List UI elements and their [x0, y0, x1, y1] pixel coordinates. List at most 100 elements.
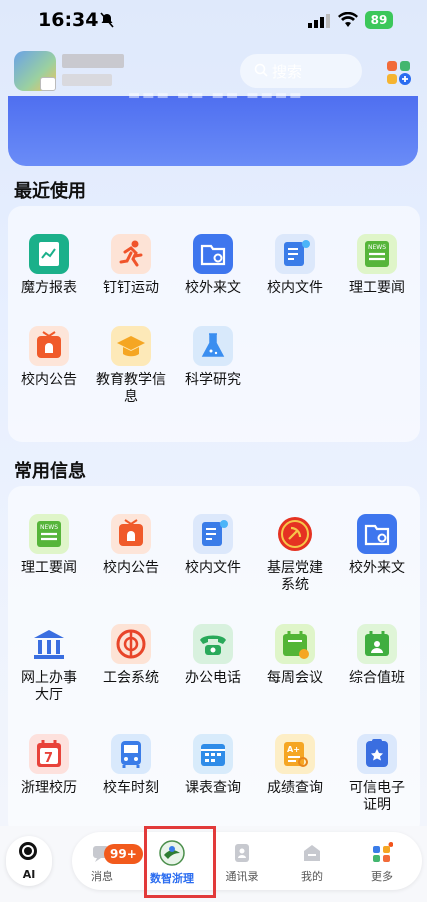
app-ligong-news[interactable]: NEWS 理工要闻 — [336, 234, 418, 297]
app-label: 基层党建系统 — [267, 560, 323, 593]
search-icon — [254, 63, 268, 77]
incoming-doc-icon — [193, 234, 233, 274]
internal-file-icon — [275, 234, 315, 274]
status-bar: 16:34 89 — [0, 0, 427, 40]
news-icon: NEWS — [29, 514, 69, 554]
app-weekly-meeting[interactable]: 每周会议 — [254, 624, 336, 687]
app-label: 校外来文 — [185, 280, 241, 296]
app-grades[interactable]: A+ 成绩查询 — [254, 734, 336, 797]
calendar-icon: 7 — [29, 734, 69, 774]
hall-icon — [29, 624, 69, 664]
announcement-icon — [111, 514, 151, 554]
app-timetable[interactable]: 课表查询 — [172, 734, 254, 797]
battery-indicator: 89 — [365, 11, 393, 29]
unread-badge: 99+ — [104, 844, 143, 864]
app-label: 校外来文 — [349, 560, 405, 576]
banner-faded-text: ▬▬▬ ▬▬ ▬▬ ▬▬▬▬ — [128, 88, 304, 103]
svg-text:NEWS: NEWS — [368, 244, 386, 251]
signal-icon — [308, 14, 330, 28]
app-union-system[interactable]: 工会系统 — [90, 624, 172, 687]
app-label: 综合值班 — [349, 670, 405, 686]
svg-text:A+: A+ — [287, 745, 300, 754]
search-bar[interactable]: 搜索 — [240, 54, 362, 88]
app-duty[interactable]: 综合值班 — [336, 624, 418, 687]
tab-more[interactable]: 更多 — [352, 832, 412, 890]
app-label: 教育教学信息 — [96, 372, 166, 405]
app-ligong-news[interactable]: NEWS 理工要闻 — [8, 514, 90, 577]
education-icon — [111, 326, 151, 366]
party-icon — [275, 514, 315, 554]
mine-icon — [301, 842, 323, 864]
app-internal-files[interactable]: 校内文件 — [172, 514, 254, 577]
app-party-building[interactable]: 基层党建系统 — [254, 514, 336, 594]
tab-contacts[interactable]: 通讯录 — [212, 832, 272, 890]
app-science-research[interactable]: 科学研究 — [172, 326, 254, 389]
search-placeholder: 搜索 — [272, 63, 303, 81]
app-label: 校车时刻 — [103, 780, 159, 796]
app-label: 钉钉运动 — [103, 280, 159, 296]
app-campus-notice[interactable]: 校内公告 — [90, 514, 172, 577]
app-e-certificate[interactable]: 可信电子证明 — [336, 734, 418, 814]
tab-label: 我的 — [301, 870, 323, 883]
ai-label: AI — [22, 868, 36, 881]
more-apps-icon — [371, 842, 394, 864]
app-school-calendar[interactable]: 7 浙理校历 — [8, 734, 90, 797]
app-school-bus[interactable]: 校车时刻 — [90, 734, 172, 797]
app-label: 办公电话 — [185, 670, 241, 686]
org-name-blurred — [62, 54, 124, 68]
app-label: 校内公告 — [103, 560, 159, 576]
tab-label: 通讯录 — [225, 870, 259, 883]
annotation-highlight-box — [144, 826, 216, 898]
app-dingtalk-sport[interactable]: 钉钉运动 — [90, 234, 172, 297]
phone-icon — [193, 624, 233, 664]
recent-section-title: 最近使用 — [14, 181, 86, 202]
contacts-icon — [231, 842, 253, 864]
app-office-phone[interactable]: 办公电话 — [172, 624, 254, 687]
app-mofang-report[interactable]: 魔方报表 — [8, 234, 90, 297]
app-label: 科学研究 — [185, 372, 241, 388]
app-label: 校内文件 — [267, 280, 323, 296]
tab-label: 消息 — [91, 870, 113, 883]
top-banner[interactable]: ▬▬▬ ▬▬ ▬▬ ▬▬▬▬ — [8, 88, 418, 166]
news-icon: NEWS — [357, 234, 397, 274]
science-icon — [193, 326, 233, 366]
incoming-doc-icon — [357, 514, 397, 554]
internal-file-icon — [193, 514, 233, 554]
app-internal-files[interactable]: 校内文件 — [254, 234, 336, 297]
app-label: 可信电子证明 — [349, 780, 405, 813]
svg-text:7: 7 — [44, 751, 53, 766]
mute-bell-icon — [100, 12, 114, 28]
app-education-info[interactable]: 教育教学信息 — [90, 326, 172, 406]
app-label: 课表查询 — [185, 780, 241, 796]
running-icon — [111, 234, 151, 274]
app-incoming-docs[interactable]: 校外来文 — [172, 234, 254, 297]
tab-label: 更多 — [371, 870, 393, 883]
bus-icon — [111, 734, 151, 774]
announcement-icon — [29, 326, 69, 366]
ai-button[interactable]: AI — [6, 836, 52, 886]
timetable-icon — [193, 734, 233, 774]
wifi-icon — [338, 12, 358, 27]
app-incoming-docs[interactable]: 校外来文 — [336, 514, 418, 577]
app-label: 校内文件 — [185, 560, 241, 576]
switch-org-icon[interactable] — [40, 77, 56, 91]
tab-messages[interactable]: 消息 99+ — [72, 832, 143, 890]
tab-mine[interactable]: 我的 — [282, 832, 342, 890]
union-icon — [111, 624, 151, 664]
org-subtitle-blurred — [62, 74, 112, 86]
app-label: 成绩查询 — [267, 780, 323, 796]
app-label: 魔方报表 — [21, 280, 77, 296]
app-campus-notice[interactable]: 校内公告 — [8, 326, 90, 389]
app-grid-icon[interactable] — [386, 60, 412, 86]
svg-text:NEWS: NEWS — [40, 524, 58, 531]
duty-icon — [357, 624, 397, 664]
app-label: 工会系统 — [103, 670, 159, 686]
tab-group: 消息 99+ 数智浙理 通讯录 我的 更多 — [72, 832, 422, 890]
recent-apps-card: 魔方报表 钉钉运动 校外来文 校内文件 NEWS 理工要闻 校内公告 教育教学信… — [8, 206, 420, 442]
app-online-hall[interactable]: 网上办事大厅 — [8, 624, 90, 704]
certificate-icon — [357, 734, 397, 774]
app-label: 每周会议 — [267, 670, 323, 686]
app-label: 浙理校历 — [21, 780, 77, 796]
common-apps-card: NEWS 理工要闻 校内公告 校内文件 基层党建系统 校外来文 网上办事大厅 工… — [8, 486, 420, 836]
app-label: 网上办事大厅 — [21, 670, 77, 703]
